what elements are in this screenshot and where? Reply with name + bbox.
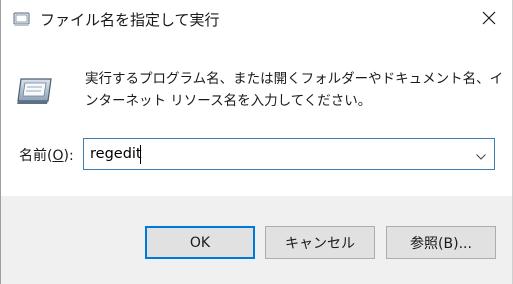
run-dialog: ファイル名を指定して実行 実行するプログラム名、または開くフォルダーやドキュメン… xyxy=(0,0,513,284)
text-caret xyxy=(140,145,141,164)
chevron-down-icon xyxy=(476,145,486,164)
ok-button[interactable]: OK xyxy=(145,226,255,259)
command-combobox[interactable] xyxy=(83,138,495,170)
dialog-body: 実行するプログラム名、または開くフォルダーやドキュメント名、インターネット リソ… xyxy=(1,40,512,196)
run-dialog-icon xyxy=(13,11,31,27)
button-bar: OK キャンセル 参照(B)... xyxy=(1,196,512,284)
command-input[interactable] xyxy=(84,139,464,169)
title-bar[interactable]: ファイル名を指定して実行 xyxy=(1,0,512,40)
close-icon xyxy=(482,10,496,29)
window-title: ファイル名を指定して実行 xyxy=(40,11,220,29)
run-program-icon xyxy=(15,76,55,106)
open-label: 名前(O): xyxy=(19,148,74,164)
close-button[interactable] xyxy=(466,0,512,38)
browse-button[interactable]: 参照(B)... xyxy=(386,226,496,259)
description-text: 実行するプログラム名、または開くフォルダーやドキュメント名、インターネット リソ… xyxy=(85,71,504,109)
dropdown-button[interactable] xyxy=(468,139,494,169)
cancel-button[interactable]: キャンセル xyxy=(265,226,375,259)
